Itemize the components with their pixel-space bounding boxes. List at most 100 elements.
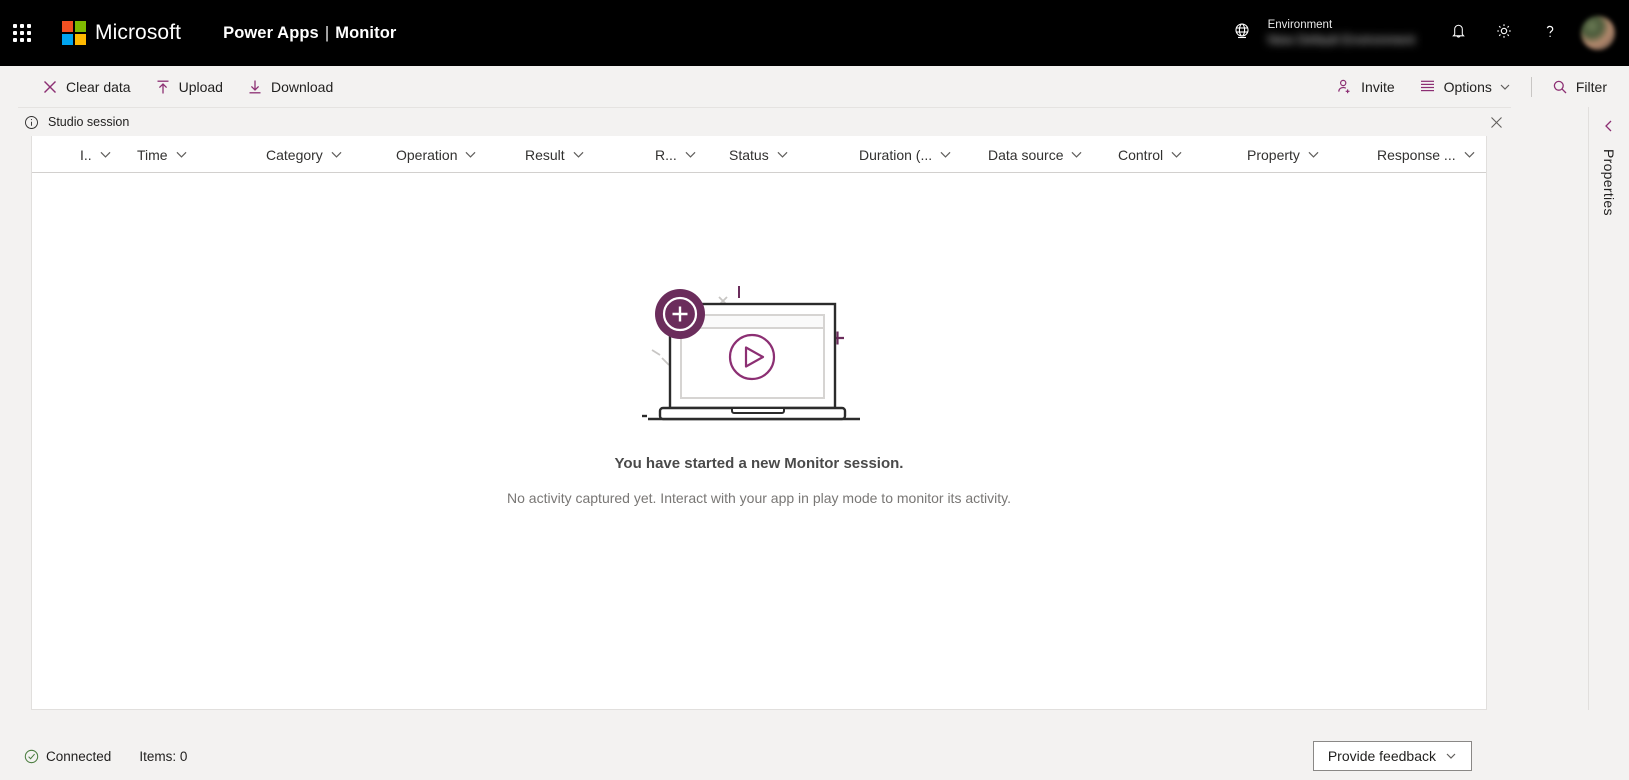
grid-column-headers: I.. Time Category Operation Result R... Status… [32,136,1486,173]
upload-button[interactable]: Upload [143,66,235,107]
grid-column-header[interactable]: Response ... [1377,136,1522,173]
chevron-down-icon[interactable] [464,148,477,161]
properties-panel-rail[interactable]: Properties [1588,107,1629,710]
help-button[interactable] [1527,0,1573,66]
chevron-down-icon[interactable] [939,148,952,161]
filter-button[interactable]: Filter [1540,66,1619,107]
download-button[interactable]: Download [235,66,345,107]
options-button[interactable]: Options [1407,66,1523,107]
microsoft-wordmark: Microsoft [95,21,182,44]
grid-column-header[interactable]: Result [525,136,622,173]
filter-label: Filter [1575,78,1607,95]
upload-icon [155,79,171,95]
grid-column-label: Result [525,146,565,163]
empty-state-title: You have started a new Monitor session. [614,455,904,472]
gear-icon [1494,21,1514,46]
microsoft-logo[interactable]: Microsoft [62,21,181,45]
close-icon[interactable] [1490,116,1503,129]
grid-column-header[interactable]: Category [266,136,386,173]
chevron-down-icon[interactable] [1307,148,1320,161]
info-icon [24,115,39,130]
grid-column-label: Control [1118,146,1164,163]
command-bar-left: Clear data Upload Download [0,66,345,107]
status-bar-left: Connected Items: 0 [0,749,187,764]
properties-panel-label: Properties [1601,149,1617,216]
grid-column-label: Duration (... [859,146,933,163]
search-icon [1552,79,1568,95]
top-header: Microsoft Power Apps | Monitor Environme… [0,0,1629,66]
empty-state: You have started a new Monitor session. … [32,136,1486,709]
microsoft-squares-icon [62,21,86,45]
grid-column-header[interactable]: Time [137,136,232,173]
grid-column-label: Status [729,146,769,163]
grid-column-label: Category [266,146,323,163]
list-lines-icon [1419,78,1436,95]
provide-feedback-button[interactable]: Provide feedback [1312,741,1472,771]
clear-data-button[interactable]: Clear data [30,66,143,107]
upload-label: Upload [178,78,223,95]
section-name: Monitor [335,23,397,42]
product-name: Power Apps [223,23,319,42]
chevron-down-icon[interactable] [330,148,343,161]
grid-column-header[interactable]: Status [729,136,827,173]
download-icon [247,79,263,95]
command-bar: Clear data Upload Download Invite Option… [0,66,1629,107]
grid-column-header[interactable]: Operation [396,136,521,173]
environment-button[interactable] [1222,7,1262,59]
provide-feedback-label: Provide feedback [1327,748,1436,764]
monitor-events-grid: I.. Time Category Operation Result R... Status… [31,136,1487,710]
bell-icon [1449,21,1468,45]
grid-column-header[interactable]: R... [655,136,737,173]
question-mark-icon [1540,21,1560,46]
header-actions: Environment New Default Environment [1222,0,1629,66]
chevron-down-icon[interactable] [1070,148,1083,161]
download-label: Download [270,78,334,95]
grid-column-header[interactable]: Duration (... [859,136,1007,173]
grid-column-header[interactable]: Data source [988,136,1123,173]
connection-status: Connected [46,749,112,764]
options-label: Options [1443,78,1492,95]
grid-column-label: Data source [988,146,1064,163]
invite-label: Invite [1361,78,1395,95]
grid-column-label: Operation [396,146,458,163]
clear-data-label: Clear data [66,78,131,95]
chevron-down-icon[interactable] [1170,148,1183,161]
monitor-app-window: Microsoft Power Apps | Monitor Environme… [0,0,1629,780]
app-launcher-button[interactable] [0,0,44,66]
grid-column-label: Time [137,146,168,163]
grid-column-label: I.. [80,146,92,163]
session-message-text: Studio session [48,115,130,129]
page-title[interactable]: Power Apps | Monitor [223,24,396,43]
chevron-down-icon[interactable] [684,148,697,161]
chevron-left-icon [1602,119,1616,133]
grid-column-label: Response ... [1377,146,1456,163]
notifications-button[interactable] [1435,0,1481,66]
app-launcher-icon [13,24,31,42]
session-message-bar: Studio session [18,107,1511,136]
chevron-down-icon [1445,750,1457,762]
environment-name: New Default Environment [1267,32,1415,48]
user-avatar[interactable] [1581,16,1615,50]
chevron-down-icon[interactable] [175,148,188,161]
grid-column-label: R... [655,146,677,163]
check-circle-icon [24,749,39,764]
chevron-down-icon[interactable] [776,148,789,161]
grid-column-header[interactable]: Property [1247,136,1365,173]
add-person-icon [1336,78,1353,95]
chevron-down-icon [1499,81,1511,93]
chevron-down-icon[interactable] [572,148,585,161]
environment-globe-icon [1232,21,1252,46]
command-bar-right: Invite Options Filter [1324,66,1629,107]
title-divider: | [324,23,330,42]
invite-button[interactable]: Invite [1324,66,1406,107]
environment-info[interactable]: Environment New Default Environment [1268,19,1415,47]
laptop-play-illustration [634,274,884,439]
grid-column-header[interactable]: Control [1118,136,1226,173]
settings-button[interactable] [1481,0,1527,66]
item-count: Items: 0 [139,749,188,764]
grid-column-label: Property [1247,146,1300,163]
chevron-down-icon[interactable] [1463,148,1476,161]
chevron-down-icon[interactable] [99,148,112,161]
environment-label: Environment [1267,19,1333,32]
toolbar-divider [1530,76,1532,97]
